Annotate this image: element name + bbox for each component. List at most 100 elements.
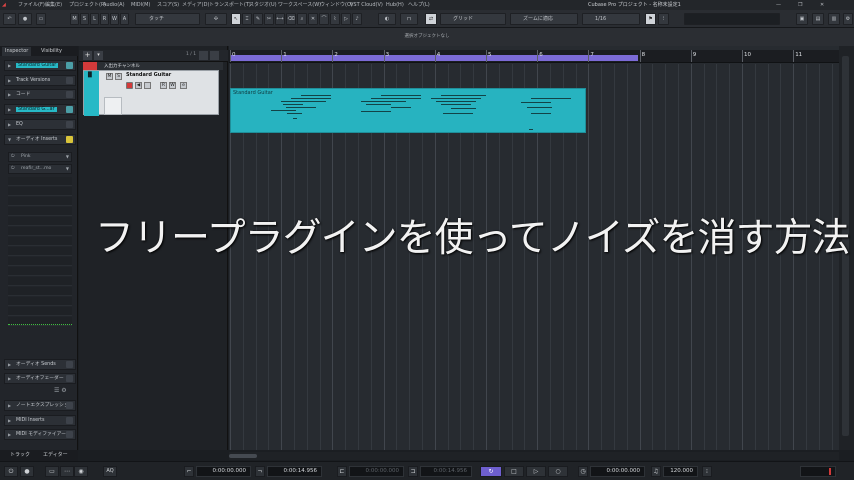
aq-button[interactable]: AQ — [103, 466, 117, 477]
solo-track-button[interactable]: S — [115, 73, 122, 80]
menu-media[interactable]: メディア(D) — [182, 0, 209, 10]
inspector-section-note-expression[interactable]: ▶ ノートエクスプレッション — [4, 400, 76, 411]
punch-in-button[interactable]: ⊏ — [337, 466, 347, 477]
punch-out-time[interactable]: 0:00:14.956 — [420, 466, 472, 477]
minimize-icon[interactable]: — — [776, 0, 781, 10]
channel-settings-icon[interactable] — [66, 106, 73, 113]
insert-power-icon[interactable]: ⏻ — [11, 153, 15, 161]
empty-insert-slot[interactable] — [8, 277, 72, 286]
grid-type-select[interactable]: グリッド — [440, 13, 506, 25]
mute-track-button[interactable]: M — [106, 73, 113, 80]
inspector-section-midi-modifiers[interactable]: ▶ MIDI モディファイアー — [4, 429, 76, 440]
midi-modifiers-bypass-icon[interactable] — [66, 431, 73, 438]
right-locator-icon[interactable]: ¬ — [255, 466, 265, 477]
empty-insert-slot[interactable] — [8, 267, 72, 276]
menu-window[interactable]: ウィンドウ(O) — [320, 0, 353, 10]
fader-icon[interactable] — [66, 375, 73, 382]
insert-power-icon[interactable]: ⏻ — [11, 165, 15, 173]
menu-studio[interactable]: スタジオ(U) — [249, 0, 277, 10]
empty-insert-slot[interactable] — [8, 187, 72, 196]
play-button[interactable]: ▷ — [526, 466, 546, 477]
insert-slot-1[interactable]: ⏻ Pink ▼ — [8, 152, 72, 162]
inspector-section-fader[interactable]: ▶ オーディオフェーダー — [4, 373, 76, 384]
glue-tool[interactable]: ⟷ — [275, 13, 285, 25]
inspector-section-midi-inserts[interactable]: ▶ MIDI Inserts — [4, 415, 76, 426]
versions-icon[interactable] — [66, 77, 73, 84]
auto-button[interactable]: A — [120, 13, 129, 25]
mixer-button[interactable]: ▥ — [828, 13, 840, 25]
cycle-button[interactable]: ↻ — [480, 466, 502, 477]
empty-insert-slot[interactable] — [8, 217, 72, 226]
zoom-tracks-icon[interactable] — [210, 51, 219, 60]
range-tool[interactable]: ⌶ — [242, 13, 252, 25]
tab-editor[interactable]: エディター — [43, 451, 68, 458]
time-warp-tool[interactable]: ⌇ — [330, 13, 340, 25]
track-list-menu-chevron-icon[interactable]: ▾ — [94, 51, 103, 60]
quantize-apply-button[interactable]: ⁝ — [658, 13, 669, 25]
menu-workspace[interactable]: ワークスペース(W) — [278, 0, 321, 10]
snap-button[interactable]: ⇄ — [425, 13, 437, 25]
right-locator-time[interactable]: 0:00:14.956 — [267, 466, 322, 477]
empty-insert-slot[interactable] — [8, 297, 72, 306]
tab-inspector[interactable]: Inspector — [2, 47, 32, 56]
mute-button[interactable]: M — [70, 13, 79, 25]
menu-transport[interactable]: トランスポート(T) — [209, 0, 251, 10]
empty-insert-slot[interactable] — [8, 207, 72, 216]
settings-icon[interactable]: ⚙ — [843, 13, 853, 25]
record-mode-button[interactable]: ● — [18, 13, 32, 25]
inspector-section-sends[interactable]: ▶ オーディオ Sends — [4, 359, 76, 370]
chord-icon[interactable] — [66, 91, 73, 98]
mute-tool[interactable]: ✕ — [308, 13, 318, 25]
pre-roll-button[interactable]: ⋯ — [60, 466, 74, 477]
record-enable-button[interactable] — [126, 82, 133, 89]
layout-button[interactable]: ▤ — [812, 13, 824, 25]
listen-button[interactable]: L — [90, 13, 99, 25]
menu-score[interactable]: スコア(S) — [157, 0, 179, 10]
time-display-format-icon[interactable]: ◷ — [578, 466, 588, 477]
record-mode-dropdown[interactable]: ● — [20, 466, 34, 477]
read-button[interactable]: R — [100, 13, 109, 25]
transport-settings-icon[interactable]: ⁝ — [702, 466, 712, 477]
snap-toggle[interactable]: ⊓ — [400, 13, 418, 25]
erase-tool[interactable]: ⌫ — [286, 13, 296, 25]
tab-visibility[interactable]: Visibility — [38, 47, 65, 56]
selection-tool[interactable]: ✣ — [205, 13, 227, 25]
read-automation-button[interactable]: R — [160, 82, 167, 89]
undo-button[interactable]: ↶ — [3, 13, 16, 25]
menu-audio[interactable]: Audio(A) — [103, 0, 125, 10]
comp-tool[interactable]: ⌒ — [319, 13, 329, 25]
inspector-section-track-versions[interactable]: ▶ Track Versions — [4, 75, 76, 86]
empty-insert-slot[interactable] — [8, 237, 72, 246]
color-tool[interactable]: ◐ — [378, 13, 396, 25]
media-bay-button[interactable]: ▣ — [796, 13, 808, 25]
speaker-icon[interactable]: ♪ — [352, 13, 362, 25]
record-button[interactable]: ○ — [548, 466, 568, 477]
inspector-section-chord[interactable]: ▶ コード — [4, 89, 76, 100]
edit-instrument-button[interactable]: e — [180, 82, 187, 89]
menu-file[interactable]: ファイル(F) — [18, 0, 45, 10]
empty-insert-slot[interactable] — [8, 257, 72, 266]
inspector-section-eq[interactable]: ▶ EQ — [4, 119, 76, 130]
monitor-button[interactable]: ◀ — [135, 82, 142, 89]
tab-track[interactable]: トラック — [10, 451, 30, 458]
write-automation-button[interactable]: W — [169, 82, 176, 89]
object-select-tool[interactable]: ↖ — [231, 13, 241, 25]
activate-project-button[interactable]: ⏻ — [4, 466, 18, 477]
panel-settings-icon[interactable]: ☰ ⚙ — [54, 387, 67, 394]
inspector-section-track[interactable]: ▶ Standard G...ar — [4, 104, 76, 115]
horizontal-scrollbar[interactable] — [229, 452, 839, 460]
solo-button[interactable]: S — [80, 13, 89, 25]
draw-tool[interactable]: ✎ — [253, 13, 263, 25]
edit-channel-icon[interactable] — [66, 62, 73, 69]
quantize-select[interactable]: 1/16 — [582, 13, 640, 25]
metronome-icon[interactable]: ♫ — [651, 466, 661, 477]
punch-out-button[interactable]: ⊐ — [408, 466, 418, 477]
eq-bypass-icon[interactable] — [66, 121, 73, 128]
menu-edit[interactable]: 編集(E) — [45, 0, 62, 10]
midi-inserts-bypass-icon[interactable] — [66, 417, 73, 424]
inspector-track-name[interactable]: ▶ Standard Guitar — [4, 60, 76, 71]
menu-project[interactable]: プロジェクト(P) — [69, 0, 106, 10]
zoom-mode-select[interactable]: ズームに適応 — [510, 13, 578, 25]
track-row[interactable]: ▐▌ Standard Guitar M S ◀ R W e — [83, 70, 219, 116]
note-expression-icon[interactable] — [66, 402, 73, 409]
